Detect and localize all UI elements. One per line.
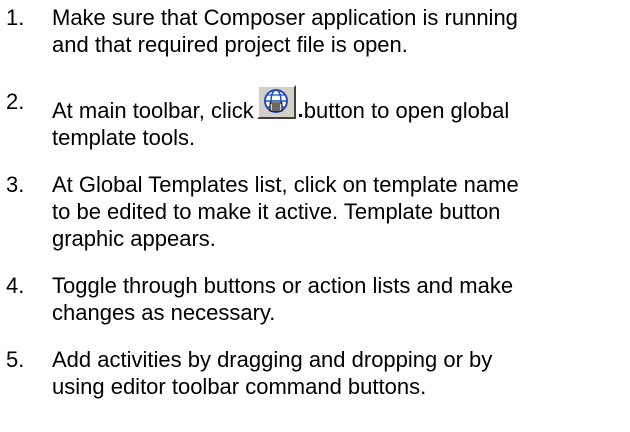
step-1-line-2: and that required project file is open. — [52, 32, 408, 57]
step-2-number: 2. — [6, 89, 25, 114]
step-1: 1. Make sure that Composer application i… — [0, 4, 626, 58]
step-5-number: 5. — [6, 347, 25, 372]
step-1-number: 1. — [6, 5, 25, 30]
step-3-number: 3. — [6, 172, 25, 197]
instruction-steps: 1. Make sure that Composer application i… — [0, 4, 626, 400]
global-templates-icon — [263, 89, 288, 113]
step-2-line-1: At main toolbar, click button to open gl… — [52, 85, 626, 124]
step-5: 5. Add activities by dragging and droppi… — [0, 346, 626, 400]
step-2-text-after-button: button to open global — [303, 98, 510, 123]
step-3-line-1: At Global Templates list, click on templ… — [52, 172, 519, 197]
dropdown-dot — [298, 114, 302, 117]
step-3: 3. At Global Templates list, click on te… — [0, 171, 626, 252]
step-2: 2. At main toolbar, click button to open… — [0, 85, 626, 151]
step-2-line-2: template tools. — [52, 125, 196, 150]
step-2-text-before-button: At main toolbar, click — [52, 98, 254, 123]
step-5-line-1: Add activities by dragging and dropping … — [52, 347, 493, 372]
step-4-number: 4. — [6, 273, 25, 298]
step-1-line-1: Make sure that Composer application is r… — [52, 5, 518, 30]
step-4-line-1: Toggle through buttons or action lists a… — [52, 273, 514, 298]
step-3-line-3: graphic appears. — [52, 226, 216, 251]
global-templates-button — [256, 85, 302, 119]
step-4-line-2: changes as necessary. — [52, 300, 276, 325]
step-3-line-2: to be edited to make it active. Template… — [52, 199, 501, 224]
step-4: 4. Toggle through buttons or action list… — [0, 272, 626, 326]
step-5-line-2: using editor toolbar command buttons. — [52, 374, 427, 399]
